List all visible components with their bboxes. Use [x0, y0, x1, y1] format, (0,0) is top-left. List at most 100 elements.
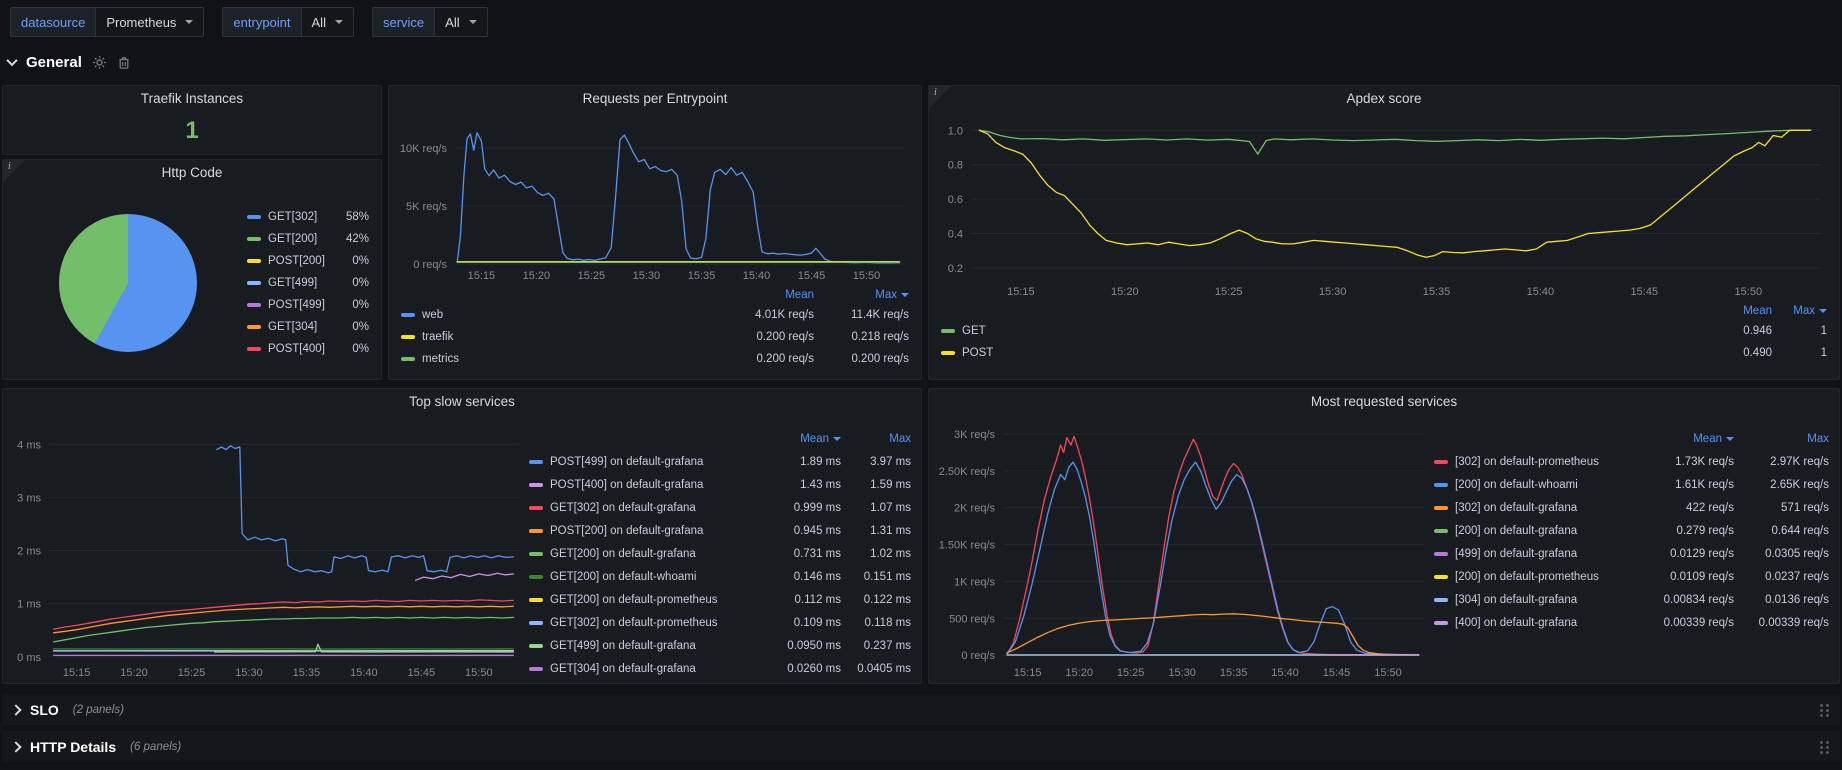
series-value: 0.0109 req/s	[1636, 571, 1734, 583]
series-name[interactable]: [302] on default-prometheus	[1434, 456, 1636, 468]
series-name[interactable]: [400] on default-grafana	[1434, 617, 1636, 629]
panel-top-slow-services: Top slow services 0 ms1 ms2 ms3 ms4 ms15…	[2, 388, 922, 684]
series-color-swatch	[1434, 460, 1448, 464]
panel-title[interactable]: Most requested services	[929, 389, 1839, 415]
most-requested-services-legend: MeanMax[302] on default-prometheus1.73K …	[1434, 415, 1839, 681]
series-name[interactable]: GET[304] on default-grafana	[529, 663, 769, 675]
variable-value-dropdown[interactable]: All	[434, 7, 487, 37]
requests-per-entrypoint-chart[interactable]: 0 req/s5K req/s10K req/s15:1515:2015:251…	[391, 112, 915, 284]
legend-sort-max[interactable]: Max	[1772, 305, 1827, 317]
series-name[interactable]: GET[200] on default-prometheus	[529, 594, 769, 606]
row-header-slo[interactable]: SLO (2 panels)	[2, 694, 1840, 725]
panel-title[interactable]: Requests per Entrypoint	[389, 86, 921, 112]
legend-sort-mean[interactable]: Mean	[769, 433, 841, 445]
svg-text:2K req/s: 2K req/s	[954, 503, 995, 515]
series-name[interactable]: web	[401, 309, 709, 321]
trash-icon[interactable]	[117, 55, 131, 70]
series-name[interactable]: POST[400]	[247, 343, 335, 355]
svg-text:2 ms: 2 ms	[17, 546, 41, 558]
row-header-general[interactable]: General	[8, 48, 131, 76]
legend-sort-mean[interactable]: Mean	[709, 289, 814, 301]
series-name[interactable]: POST[200]	[247, 255, 335, 267]
top-slow-services-chart[interactable]: 0 ms1 ms2 ms3 ms4 ms15:1515:2015:2515:30…	[3, 415, 529, 681]
panel-title[interactable]: Top slow services	[3, 389, 921, 415]
legend-sort-max[interactable]: Max	[1734, 433, 1829, 445]
panel-http-code: i Http Code GET[302]58%GET[200]42%POST[2…	[2, 159, 382, 380]
variable-value-dropdown[interactable]: Prometheus	[95, 7, 204, 37]
panel-title[interactable]: Apdex score	[929, 86, 1839, 112]
series-name[interactable]: GET[200] on default-grafana	[529, 548, 769, 560]
series-name[interactable]: POST	[941, 347, 1692, 359]
series-name[interactable]: GET[499] on default-grafana	[529, 640, 769, 652]
series-name[interactable]: [200] on default-whoami	[1434, 479, 1636, 491]
legend-sort-max[interactable]: Max	[841, 433, 911, 445]
series-name[interactable]: POST[499]	[247, 299, 335, 311]
variable-service: service All	[372, 7, 488, 37]
panel-requests-per-entrypoint: Requests per Entrypoint 0 req/s5K req/s1…	[388, 85, 922, 380]
series-value: 0.946	[1692, 325, 1772, 337]
series-value: 1.07 ms	[841, 502, 911, 514]
series-value: 0.279 req/s	[1636, 525, 1734, 537]
apdex-score-chart[interactable]: 0.20.40.60.81.015:1515:2015:2515:3015:35…	[931, 112, 1831, 300]
series-name[interactable]: [302] on default-grafana	[1434, 502, 1636, 514]
series-name[interactable]: GET[304]	[247, 321, 335, 333]
legend-row: POST[200]0%	[247, 250, 369, 272]
drag-handle-icon[interactable]	[1820, 740, 1830, 754]
panel-title[interactable]: Http Code	[3, 160, 381, 186]
series-value: 0.0136 req/s	[1734, 594, 1829, 606]
panel-most-requested-services: Most requested services 0 req/s500 req/s…	[928, 388, 1840, 684]
series-name[interactable]: metrics	[401, 353, 709, 365]
svg-text:1.0: 1.0	[948, 125, 963, 137]
panel-title[interactable]: Traefik Instances	[3, 86, 381, 112]
series-name[interactable]: GET[200]	[247, 233, 335, 245]
svg-text:15:15: 15:15	[1007, 286, 1035, 298]
chart-svg: 0 ms1 ms2 ms3 ms4 ms15:1515:2015:2515:30…	[3, 415, 529, 681]
legend-row: POST[499]0%	[247, 294, 369, 316]
series-color-swatch	[529, 644, 543, 648]
svg-text:15:35: 15:35	[1220, 667, 1248, 679]
series-value: 0.0305 req/s	[1734, 548, 1829, 560]
series-name[interactable]: POST[200] on default-grafana	[529, 525, 769, 537]
http-code-pie-chart[interactable]	[59, 214, 197, 352]
series-color-swatch	[401, 313, 415, 317]
legend-row: GET[304]0%	[247, 316, 369, 338]
chart-svg: 0 req/s500 req/s1K req/s1.50K req/s2K re…	[929, 415, 1434, 681]
series-value: 0%	[335, 277, 369, 289]
legend-sort-mean[interactable]: Mean	[1692, 305, 1772, 317]
series-name[interactable]: POST[400] on default-grafana	[529, 479, 769, 491]
series-name[interactable]: [499] on default-grafana	[1434, 548, 1636, 560]
series-name[interactable]: [200] on default-prometheus	[1434, 571, 1636, 583]
legend-header: MeanMax	[401, 286, 909, 304]
svg-text:15:20: 15:20	[523, 270, 551, 282]
series-name[interactable]: [304] on default-grafana	[1434, 594, 1636, 606]
gear-icon[interactable]	[92, 55, 107, 70]
series-name[interactable]: traefik	[401, 331, 709, 343]
series-name[interactable]: GET	[941, 325, 1692, 337]
series-name[interactable]: [200] on default-grafana	[1434, 525, 1636, 537]
series-name[interactable]: GET[302] on default-grafana	[529, 502, 769, 514]
most-requested-services-chart[interactable]: 0 req/s500 req/s1K req/s1.50K req/s2K re…	[929, 415, 1434, 681]
apdex-score-legend: MeanMaxGET0.9461POST0.4901	[929, 300, 1839, 364]
chevron-down-icon	[469, 20, 477, 24]
row-header-http-details[interactable]: HTTP Details (6 panels)	[2, 731, 1840, 762]
drag-handle-icon[interactable]	[1820, 703, 1830, 717]
series-value: 0.122 ms	[841, 594, 911, 606]
legend-sort-mean[interactable]: Mean	[1636, 433, 1734, 445]
variable-value-dropdown[interactable]: All	[301, 7, 354, 37]
legend-sort-max[interactable]: Max	[814, 289, 909, 301]
series-value: 1.43 ms	[769, 479, 841, 491]
series-name[interactable]: GET[302] on default-prometheus	[529, 617, 769, 629]
svg-text:15:20: 15:20	[1111, 286, 1139, 298]
series-name[interactable]: POST[499] on default-grafana	[529, 456, 769, 468]
series-name[interactable]: GET[302]	[247, 211, 335, 223]
sort-caret-icon	[1819, 309, 1827, 313]
svg-text:15:15: 15:15	[468, 270, 496, 282]
series-value: 0.490	[1692, 347, 1772, 359]
series-name[interactable]: GET[499]	[247, 277, 335, 289]
series-value: 0.644 req/s	[1734, 525, 1829, 537]
series-value: 0.731 ms	[769, 548, 841, 560]
svg-text:15:45: 15:45	[408, 667, 436, 679]
series-value: 2.65K req/s	[1734, 479, 1829, 491]
series-value: 422 req/s	[1636, 502, 1734, 514]
series-name[interactable]: GET[200] on default-whoami	[529, 571, 769, 583]
